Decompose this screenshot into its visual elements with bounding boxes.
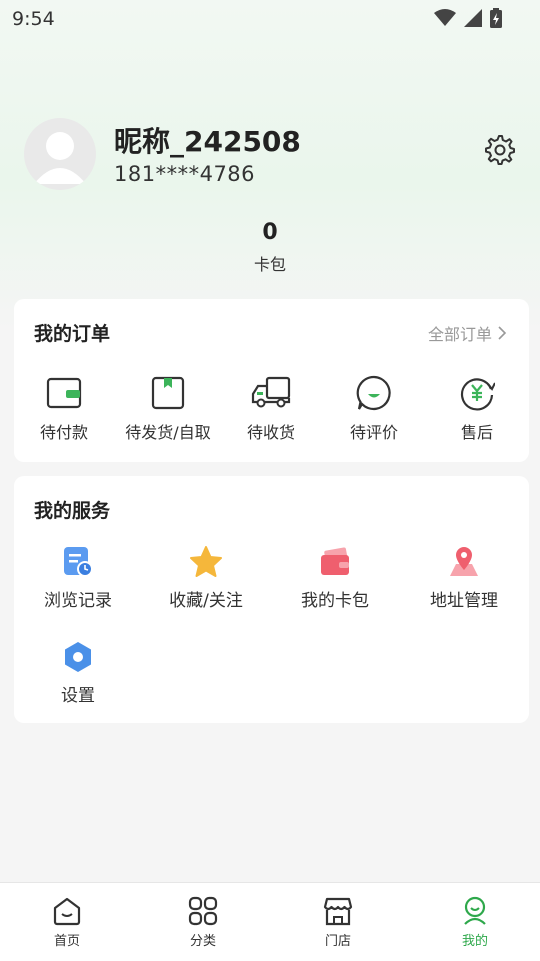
star-icon [190,546,222,577]
bottom-navigation: 首页 分类 门店 我的 [0,882,540,961]
status-time: 9:54 [12,8,55,30]
service-item-label: 设置 [61,686,95,706]
orders-title: 我的订单 [34,323,111,345]
card-wallet-icon [321,547,349,575]
card-count-value: 0 [262,220,278,245]
order-pending-review[interactable]: 待评价 [324,375,424,443]
settings-button[interactable] [484,134,516,166]
truck-icon [251,376,291,408]
service-settings[interactable]: 设置 [14,639,142,706]
gear-icon [485,135,515,165]
nav-label: 首页 [53,934,80,949]
nav-home[interactable]: 首页 [27,895,107,949]
profile-header: 昵称_242508 181****4786 [24,118,516,194]
nickname[interactable]: 昵称_242508 [114,120,301,160]
all-orders-label: 全部订单 [427,325,492,344]
status-bar: 9:54 [0,0,540,36]
history-icon [64,547,93,577]
order-item-label: 待付款 [39,423,88,442]
bookmark-box-icon [151,376,185,410]
settings-hex-icon [65,642,91,672]
order-pending-payment[interactable]: 待付款 [14,375,114,443]
nav-profile[interactable]: 我的 [435,895,515,949]
order-pending-shipment[interactable]: 待发货/自取 [118,375,218,443]
services-panel: 我的服务 浏览记录 收藏/关注 我的卡包 地址管理 设置 [14,476,529,723]
service-card-wallet[interactable]: 我的卡包 [271,544,399,611]
wifi-icon [434,9,456,26]
status-icons [434,8,502,28]
order-pending-receipt[interactable]: 待收货 [221,375,321,443]
order-item-label: 待评价 [349,423,398,442]
order-item-label: 待收货 [246,423,295,442]
home-icon [53,897,81,926]
orders-panel: 我的订单 全部订单 待付款 待发货/自取 待收货 待评价 售后 [14,299,529,462]
phone-number: 181****4786 [114,162,256,186]
nav-label: 我的 [461,934,488,949]
user-placeholder-icon [34,132,86,184]
category-icon [188,896,218,926]
signal-icon [464,9,482,27]
service-item-label: 收藏/关注 [169,591,243,611]
yuan-refresh-icon [460,378,495,411]
nav-label: 门店 [324,934,351,949]
comment-icon [356,375,391,411]
nav-category[interactable]: 分类 [163,895,243,949]
all-orders-link[interactable]: 全部订单 [428,321,507,345]
order-after-sales[interactable]: 售后 [427,375,527,443]
services-title: 我的服务 [34,500,111,522]
profile-icon [464,896,486,925]
location-icon [450,547,478,576]
service-favorites[interactable]: 收藏/关注 [142,544,270,611]
card-wallet-count[interactable]: 0 卡包 [220,220,320,275]
order-item-label: 售后 [460,423,493,442]
store-icon [323,897,353,926]
card-count-label: 卡包 [253,255,286,274]
service-browse-history[interactable]: 浏览记录 [14,544,142,611]
nav-store[interactable]: 门店 [298,895,378,949]
wallet-icon [46,377,82,409]
service-item-label: 我的卡包 [301,591,369,611]
nav-label: 分类 [189,934,216,949]
service-address[interactable]: 地址管理 [400,544,528,611]
avatar[interactable] [24,118,96,190]
order-item-label: 待发货/自取 [125,423,211,442]
service-item-label: 地址管理 [430,591,498,611]
chevron-right-icon [498,326,507,340]
battery-icon [490,8,502,28]
service-item-label: 浏览记录 [44,591,112,611]
